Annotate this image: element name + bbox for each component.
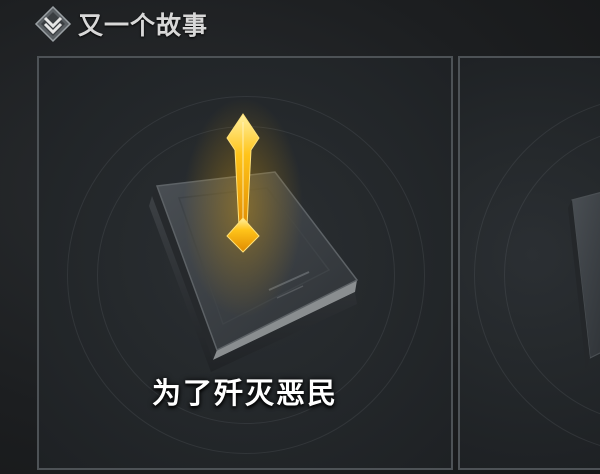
chevron-badge-icon	[34, 5, 72, 43]
card-art	[568, 192, 600, 368]
card-title: 为了歼灭恶民	[151, 376, 338, 410]
section-header: 又一个故事	[34, 4, 208, 44]
screen: 又一个故事 为了歼灭恶民	[0, 0, 600, 474]
section-title: 又一个故事	[78, 11, 209, 40]
book-icon	[568, 192, 600, 368]
story-card-partial[interactable]	[458, 56, 600, 470]
story-card[interactable]: 为了歼灭恶民	[37, 56, 453, 470]
exclamation-quest-icon	[183, 98, 303, 318]
